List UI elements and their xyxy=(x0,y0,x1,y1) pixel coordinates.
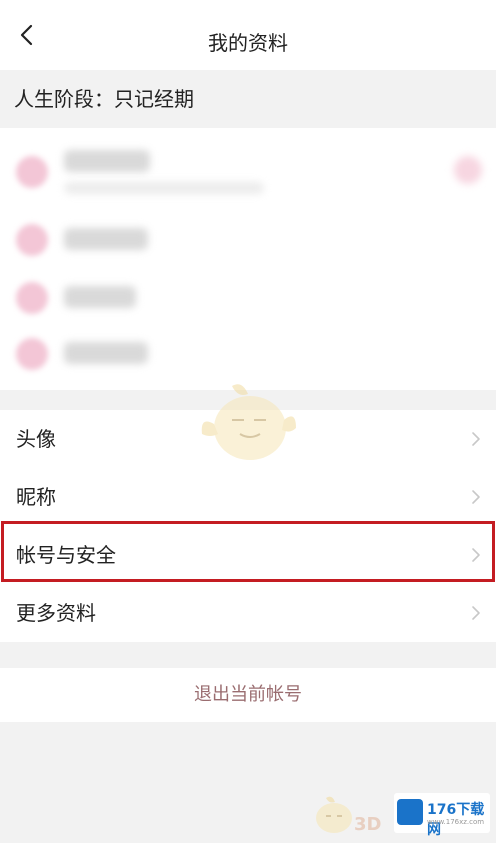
menu-item-label: 昵称 xyxy=(16,485,56,509)
menu-item-label: 更多资料 xyxy=(16,601,96,625)
site-watermark: 176下载网 www.176xz.com xyxy=(394,793,490,838)
blurred-profile-panel xyxy=(0,128,496,390)
menu-item-more-info[interactable]: 更多资料 xyxy=(0,584,496,642)
life-stage-text: 人生阶段：只记经期 xyxy=(14,87,194,111)
blurred-row xyxy=(0,142,496,198)
life-stage-bar: 人生阶段：只记经期 xyxy=(0,70,496,128)
watermark-tag: 3D xyxy=(354,814,382,835)
chevron-right-icon xyxy=(472,432,480,446)
watermark-url: www.176xz.com xyxy=(427,818,485,826)
blurred-text xyxy=(64,150,150,172)
blurred-avatar xyxy=(16,156,48,188)
mascot-watermark-icon xyxy=(201,384,296,460)
blurred-avatar xyxy=(16,282,48,314)
blurred-subtext xyxy=(64,182,264,194)
blurred-row xyxy=(0,212,496,268)
blurred-text xyxy=(64,342,148,364)
chevron-right-icon xyxy=(472,490,480,504)
mascot-watermark-icon xyxy=(316,796,352,833)
menu-item-nickname[interactable]: 昵称 xyxy=(0,468,496,526)
top-bar: 我的资料 xyxy=(0,0,496,70)
menu-item-label: 帐号与安全 xyxy=(16,543,116,567)
chevron-right-icon xyxy=(472,606,480,620)
blurred-row xyxy=(0,268,496,324)
blurred-badge xyxy=(454,156,482,184)
menu-item-label: 头像 xyxy=(16,427,56,451)
page-title: 我的资料 xyxy=(208,31,288,55)
site-logo-icon xyxy=(397,799,423,825)
blurred-avatar xyxy=(16,338,48,370)
menu-item-account-security[interactable]: 帐号与安全 xyxy=(0,526,496,584)
blurred-text xyxy=(64,286,136,308)
blurred-row xyxy=(0,324,496,380)
logout-button[interactable]: 退出当前帐号 xyxy=(0,668,496,722)
blurred-avatar xyxy=(16,224,48,256)
blurred-text xyxy=(64,228,148,250)
chevron-right-icon xyxy=(472,548,480,562)
